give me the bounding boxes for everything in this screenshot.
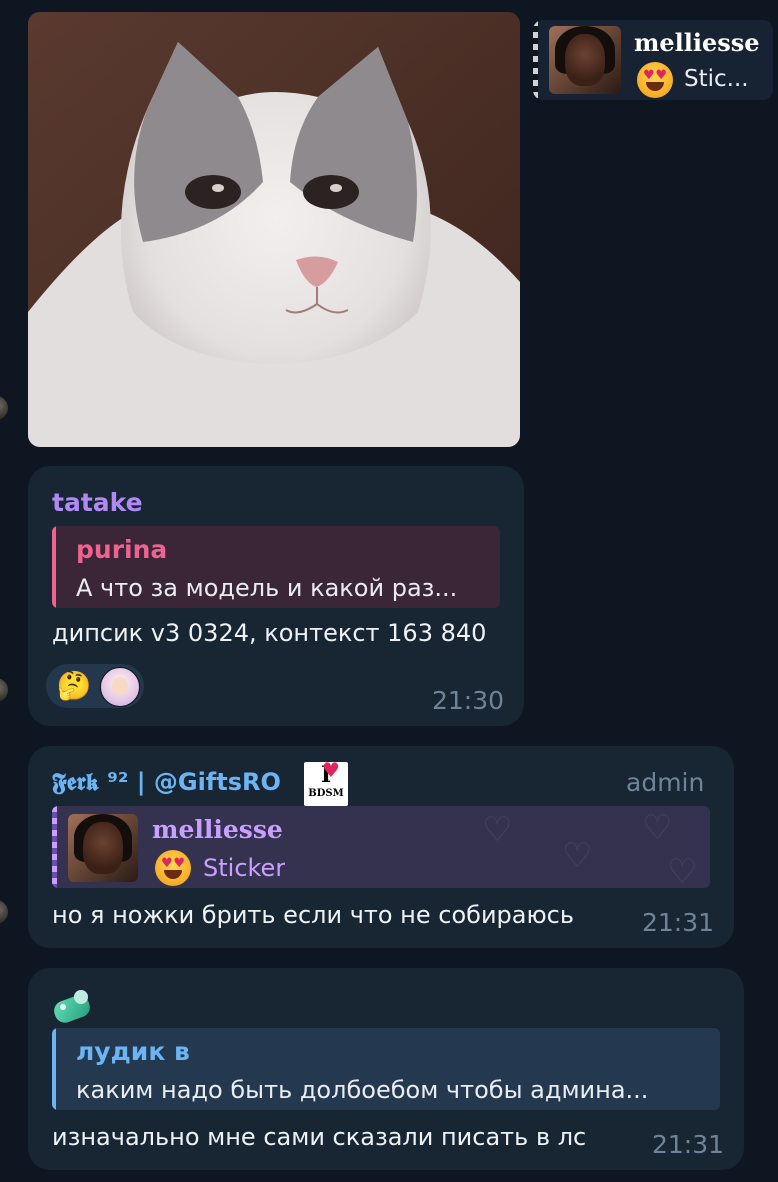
reply-stripe xyxy=(533,20,538,100)
message-text: но я ножки брить если что не собираюсь xyxy=(52,901,575,929)
pinned-reply-preview[interactable]: melliesse Stic... xyxy=(533,20,773,100)
melliesse-sticker-thumbnail xyxy=(68,814,138,882)
quote-text: А что за модель и какой раз... xyxy=(76,574,458,602)
quote-author: purina xyxy=(76,535,168,564)
teal-gem-icon[interactable] xyxy=(51,990,93,1026)
sender-avatar[interactable] xyxy=(0,900,8,924)
reply-author: melliesse xyxy=(634,28,760,57)
quote-stripe xyxy=(52,526,56,608)
reply-text: Stic... xyxy=(684,66,749,92)
reactor-avatar[interactable] xyxy=(100,667,140,707)
pattern-heart-icon: ♡ xyxy=(562,836,593,876)
cat-photo[interactable] xyxy=(28,12,520,447)
message-text: дипсик v3 0324, контекст 163 840 xyxy=(52,619,487,647)
sender-avatar[interactable] xyxy=(0,396,8,420)
quote-stripe xyxy=(52,806,57,888)
quote-author: лудик в xyxy=(76,1037,190,1066)
heart-eyes-emoji-icon xyxy=(637,62,673,98)
sender-name[interactable]: tatake xyxy=(52,488,143,517)
message-time: 21:30 xyxy=(432,686,505,715)
thinking-face-reaction-icon[interactable]: 🤔 xyxy=(56,668,92,704)
reply-quote[interactable]: ♡ ♡ ♡ ♡ melliesse Sticker xyxy=(52,806,710,888)
reply-quote[interactable]: лудик в каким надо быть долбоебом чтобы … xyxy=(52,1028,720,1110)
message-text: изначально мне сами сказали писать в лс xyxy=(52,1123,587,1151)
message-bubble[interactable]: 𝕱𝖊𝖗𝖐 ⁹² | @GiftsRO I ♥ BDSM admin ♡ ♡ ♡ … xyxy=(28,746,734,948)
admin-label: admin xyxy=(626,768,705,797)
sender-avatar[interactable] xyxy=(0,678,8,702)
quote-text: Sticker xyxy=(203,854,286,882)
quote-text: каким надо быть долбоебом чтобы админа..… xyxy=(76,1076,649,1104)
i-love-bdsm-badge-icon: I ♥ BDSM xyxy=(304,760,348,806)
reply-quote[interactable]: purina А что за модель и какой раз... xyxy=(52,526,500,608)
quote-stripe xyxy=(52,1028,56,1110)
message-time: 21:31 xyxy=(642,908,715,937)
message-bubble[interactable]: лудик в каким надо быть долбоебом чтобы … xyxy=(28,968,744,1170)
cat-image xyxy=(28,12,520,447)
heart-eyes-emoji-icon xyxy=(155,850,191,886)
reactions-bar[interactable]: 🤔 xyxy=(46,664,144,708)
pattern-heart-icon: ♡ xyxy=(482,810,513,850)
sender-name[interactable]: 𝕱𝖊𝖗𝖐 ⁹² | @GiftsRO xyxy=(52,768,281,796)
melliesse-sticker-thumbnail xyxy=(549,26,621,94)
message-time: 21:31 xyxy=(652,1130,725,1159)
pattern-heart-icon: ♡ xyxy=(642,808,673,848)
quote-author: melliesse xyxy=(152,815,283,844)
pattern-heart-icon: ♡ xyxy=(667,852,698,888)
